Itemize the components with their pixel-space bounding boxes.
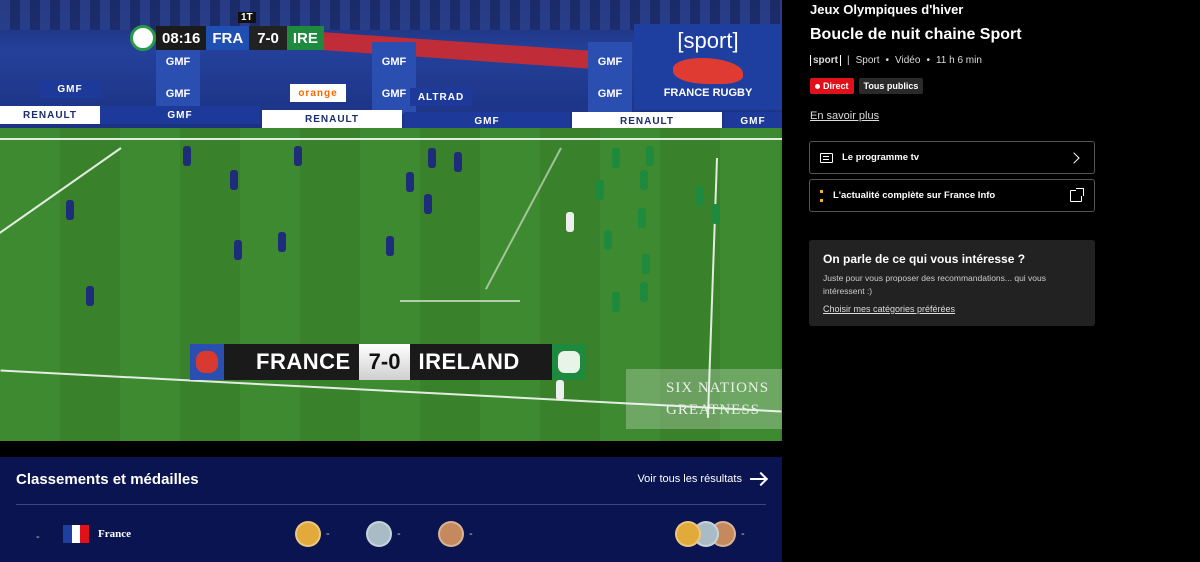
silver-count: - (397, 528, 401, 540)
france-info-icon (820, 189, 824, 202)
country-rank: - (36, 531, 40, 543)
sport-channel-icon: sport (810, 55, 841, 66)
player (638, 208, 646, 228)
tv-program-button[interactable]: Le programme tv (809, 141, 1095, 174)
player (612, 292, 620, 312)
gold-medal-icon (295, 521, 321, 547)
silver-medal-icon (366, 521, 392, 547)
program-category: Jeux Olympiques d'hiver (810, 2, 964, 17)
player (234, 240, 242, 260)
meta-divider: | (847, 55, 850, 66)
player (556, 380, 564, 400)
player (86, 286, 94, 306)
player (424, 194, 432, 214)
player (230, 170, 238, 190)
card-title: On parle de ce qui vous intéresse ? (823, 252, 1026, 266)
rugby-pitch: SIX NATIONS GREATNESS (0, 128, 782, 441)
learn-more-link[interactable]: En savoir plus (810, 110, 879, 122)
sport-board: [sport] FRANCE RUGBY (634, 24, 782, 110)
gmf-pillar: GMF GMF (588, 42, 632, 114)
chevron-right-icon (1068, 151, 1080, 164)
player (566, 212, 574, 232)
live-badge: Direct (810, 78, 854, 94)
gmf-pillar: GMF GMF (156, 42, 200, 114)
player (428, 148, 436, 168)
player (596, 180, 604, 200)
see-all-results-link[interactable]: Voir tous les résultats (637, 473, 766, 485)
program-meta: sport | Sport • Vidéo • 11 h 6 min (810, 55, 982, 66)
ad-altrad: ALTRAD (410, 88, 472, 106)
meta-type: Vidéo (895, 55, 921, 66)
away-team-abbr: IRE (286, 26, 324, 50)
ad-orange: orange (290, 84, 346, 102)
player (712, 204, 720, 224)
six-nations-board: SIX NATIONS GREATNESS (626, 369, 782, 429)
total-medals-icon (675, 521, 701, 547)
player (604, 230, 612, 250)
bronze-count: - (469, 528, 473, 540)
france-flag-icon (63, 525, 90, 543)
france-crest-icon (190, 344, 224, 380)
home-team-abbr: FRA (206, 26, 250, 50)
player (612, 148, 620, 168)
stadium-stands: GMF GMF GMF GMF GMF GMF GMF orange ALTRA… (0, 0, 782, 130)
arrow-right-icon (750, 478, 766, 480)
ireland-crest-icon (551, 344, 586, 380)
medals-section: Classements et médailles Voir tous les r… (0, 457, 782, 562)
player (696, 186, 704, 206)
player (386, 236, 394, 256)
player (642, 254, 650, 274)
player (294, 146, 302, 166)
player (640, 282, 648, 302)
france-info-button[interactable]: L'actualité complète sur France Info (809, 179, 1095, 212)
meta-genre: Sport (855, 55, 880, 66)
ad-renault: RENAULT (262, 110, 402, 128)
choose-categories-link[interactable]: Choisir mes catégories préférées (823, 304, 955, 314)
external-link-icon (1070, 187, 1084, 202)
score-bug: 1T 08:16 FRA 7-0 IRE (130, 12, 324, 52)
big-score-value: 7-0 (358, 344, 411, 380)
total-count: - (741, 528, 745, 540)
medals-title: Classements et médailles (16, 471, 199, 488)
country-name: France (98, 528, 131, 540)
home-team-name: FRANCE (224, 344, 359, 380)
gold-count: - (326, 528, 330, 540)
player (640, 170, 648, 190)
program-title: Boucle de nuit chaine Sport (810, 26, 1022, 43)
bronze-medal-icon (438, 521, 464, 547)
ad-renault: RENAULT (0, 106, 100, 124)
away-team-name: IRELAND (410, 344, 552, 380)
rooster-icon (673, 58, 743, 84)
player (454, 152, 462, 172)
ad-gmf: GMF (40, 80, 100, 98)
program-info-panel: Jeux Olympiques d'hiver Boucle de nuit c… (782, 0, 1200, 562)
six-nations-logo-icon (130, 25, 156, 51)
card-text: Juste pour vous proposer des recommandat… (823, 273, 1047, 296)
live-dot-icon (815, 83, 820, 89)
player (278, 232, 286, 252)
audience-badge: Tous publics (858, 78, 924, 94)
player (183, 146, 191, 166)
meta-duration: 11 h 6 min (935, 55, 982, 66)
scoreboard-graphic: FRANCE 7-0 IRELAND (190, 344, 586, 380)
program-badges: Direct Tous publics (810, 78, 924, 94)
tv-icon (820, 152, 833, 163)
bug-score: 7-0 (249, 26, 287, 50)
ad-gmf: GMF (100, 106, 260, 124)
match-clock: 08:16 (156, 26, 207, 50)
divider (16, 504, 766, 505)
player (406, 172, 414, 192)
player (66, 200, 74, 220)
video-player[interactable]: GMF GMF GMF GMF GMF GMF GMF orange ALTRA… (0, 0, 782, 441)
player (646, 146, 654, 166)
period-label: 1T (238, 12, 256, 23)
recommendation-card: On parle de ce qui vous intéresse ? Just… (809, 240, 1095, 326)
